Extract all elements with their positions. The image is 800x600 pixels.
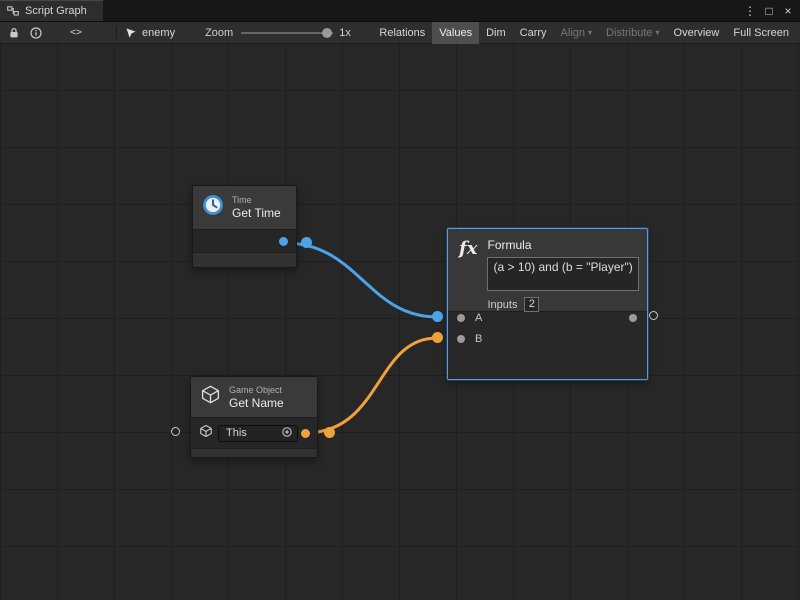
- cube-icon-small: [199, 424, 213, 443]
- formula-header[interactable]: fx Formula (a > 10) and (b = "Player") I…: [448, 229, 647, 311]
- tab-script-graph[interactable]: Script Graph: [0, 0, 103, 21]
- full-screen-button[interactable]: Full Screen: [726, 22, 796, 44]
- toolbar-buttons: Relations Values Dim Carry Align▾ Distri…: [372, 22, 796, 44]
- graph-asset-icon: [125, 22, 137, 44]
- graph-name-label: enemy: [142, 27, 175, 39]
- formula-output-port[interactable]: [629, 314, 637, 322]
- get-time-footer: [193, 253, 296, 266]
- get-name-input-socket[interactable]: [171, 427, 180, 436]
- window-maximize-button[interactable]: □: [761, 2, 777, 20]
- relations-button[interactable]: Relations: [372, 22, 432, 44]
- script-graph-window: Script Graph ⋮ □ × <>: [0, 0, 800, 600]
- node-get-time[interactable]: Time Get Time: [192, 185, 297, 268]
- object-picker-icon[interactable]: [281, 426, 293, 441]
- connection-get-time-to-formula-a[interactable]: [285, 243, 437, 317]
- port-label-a: A: [475, 312, 482, 324]
- node-title: Formula: [487, 239, 639, 252]
- graph-toolbar: <> enemy Zoom 1x Relations Values Dim Ca…: [0, 22, 800, 44]
- zoom-label: Zoom: [205, 27, 233, 39]
- dim-button[interactable]: Dim: [479, 22, 513, 44]
- wire-end-get-time[interactable]: [301, 237, 312, 248]
- cube-icon: [200, 384, 221, 410]
- window-close-button[interactable]: ×: [780, 2, 796, 20]
- port-label-b: B: [475, 333, 482, 345]
- align-button[interactable]: Align▾: [554, 22, 599, 44]
- code-icon[interactable]: <>: [70, 22, 82, 44]
- toolbar-separator: [116, 26, 117, 39]
- lock-icon[interactable]: [8, 22, 20, 44]
- get-name-output-port[interactable]: [301, 429, 310, 438]
- get-time-output-port[interactable]: [279, 237, 288, 246]
- zoom-slider-knob[interactable]: [322, 28, 332, 38]
- get-name-header[interactable]: Game Object Get Name: [191, 377, 317, 417]
- chevron-down-icon: ▾: [588, 28, 592, 38]
- wire-end-formula-b[interactable]: [432, 332, 443, 343]
- get-time-ports-row: [193, 229, 296, 253]
- graph-canvas[interactable]: Time Get Time fx Formula (a > 10) and (b…: [0, 44, 800, 600]
- zoom-slider-track[interactable]: [241, 32, 333, 34]
- node-title: Get Time: [232, 206, 281, 220]
- clock-icon: [202, 194, 224, 221]
- window-menu-button[interactable]: ⋮: [742, 2, 758, 20]
- carry-button[interactable]: Carry: [513, 22, 554, 44]
- wire-end-formula-a[interactable]: [432, 311, 443, 322]
- connection-get-name-to-formula-b[interactable]: [305, 338, 437, 433]
- node-category: Time: [232, 195, 281, 206]
- formula-fx-icon: fx: [459, 239, 477, 311]
- node-formula[interactable]: fx Formula (a > 10) and (b = "Player") I…: [447, 228, 648, 380]
- inputs-label: Inputs: [487, 299, 517, 311]
- target-object-field[interactable]: This: [218, 425, 298, 442]
- info-icon[interactable]: [30, 22, 42, 44]
- wire-end-get-name[interactable]: [324, 427, 335, 438]
- values-button[interactable]: Values: [432, 22, 479, 44]
- target-value: This: [226, 427, 247, 439]
- distribute-button[interactable]: Distribute▾: [599, 22, 666, 44]
- zoom-slider[interactable]: [241, 27, 333, 39]
- node-title: Get Name: [229, 396, 284, 410]
- get-name-footer: [191, 449, 317, 457]
- wires-layer: [0, 44, 800, 600]
- overview-button[interactable]: Overview: [667, 22, 727, 44]
- get-name-ports-row: This: [191, 417, 317, 449]
- inputs-count-field[interactable]: 2: [524, 297, 539, 312]
- node-category: Game Object: [229, 385, 284, 396]
- window-controls: ⋮ □ ×: [742, 0, 800, 21]
- formula-input-a-port[interactable]: [457, 314, 465, 322]
- formula-output-socket[interactable]: [649, 311, 658, 320]
- formula-expression-input[interactable]: (a > 10) and (b = "Player"): [487, 257, 639, 291]
- titlebar: Script Graph ⋮ □ ×: [0, 0, 800, 22]
- zoom-value: 1x: [339, 27, 351, 39]
- chevron-down-icon: ▾: [656, 28, 660, 38]
- script-graph-icon: [7, 5, 19, 17]
- tab-title: Script Graph: [25, 5, 87, 17]
- get-time-header[interactable]: Time Get Time: [193, 186, 296, 229]
- node-get-name[interactable]: Game Object Get Name This: [190, 376, 318, 458]
- formula-input-b-port[interactable]: [457, 335, 465, 343]
